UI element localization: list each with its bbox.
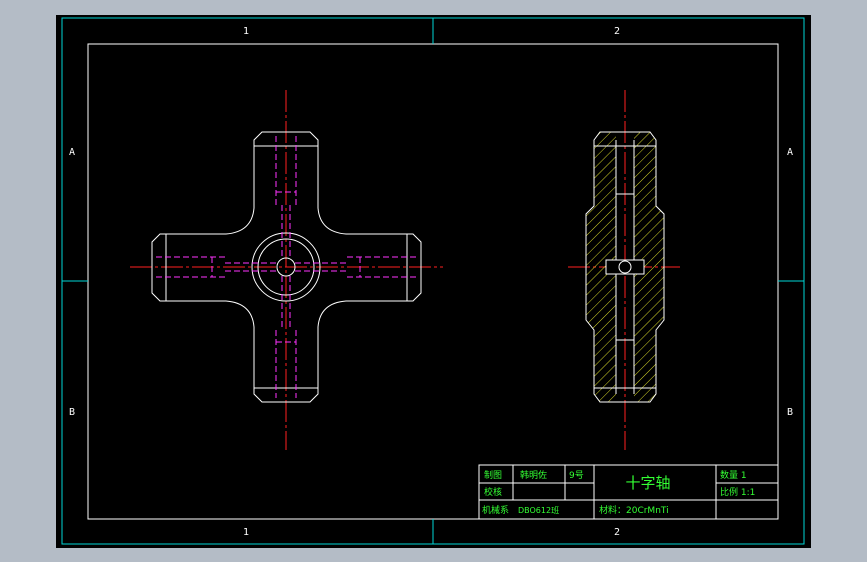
- quantity: 数量 1: [720, 469, 747, 481]
- check-label: 校核: [484, 486, 502, 498]
- zone-right-lower: B: [787, 407, 793, 418]
- zone-left-lower: B: [69, 407, 75, 418]
- zone-left-upper: A: [69, 147, 75, 158]
- zone-bottom-right: 2: [614, 527, 620, 538]
- class-id: DBO612班: [518, 505, 559, 515]
- drawing-sheet: 1 2 1 2 A B A B 制图 韩明佐 9号 校核 十字轴 数量 1 比例…: [56, 15, 811, 548]
- part-name: 十字轴: [625, 474, 670, 492]
- material: 材料：20CrMnTi: [599, 504, 669, 516]
- zone-right-upper: A: [787, 147, 793, 158]
- scale: 比例 1:1: [720, 486, 755, 498]
- cad-drawing-viewport[interactable]: 1 2 1 2 A B A B 制图 韩明佐 9号 校核 十字轴 数量 1 比例…: [0, 0, 867, 562]
- title-block: 制图 韩明佐 9号 校核 十字轴 数量 1 比例 1:1 机械系 DBO612班…: [478, 464, 779, 520]
- zone-bottom-left: 1: [243, 527, 249, 538]
- school: 机械系: [482, 504, 509, 516]
- zone-top-right: 2: [614, 26, 620, 37]
- zone-top-left: 1: [243, 26, 249, 37]
- drawn-label: 制图: [484, 469, 502, 481]
- sheet-number: 9号: [569, 470, 584, 481]
- drawn-by: 韩明佐: [520, 469, 547, 481]
